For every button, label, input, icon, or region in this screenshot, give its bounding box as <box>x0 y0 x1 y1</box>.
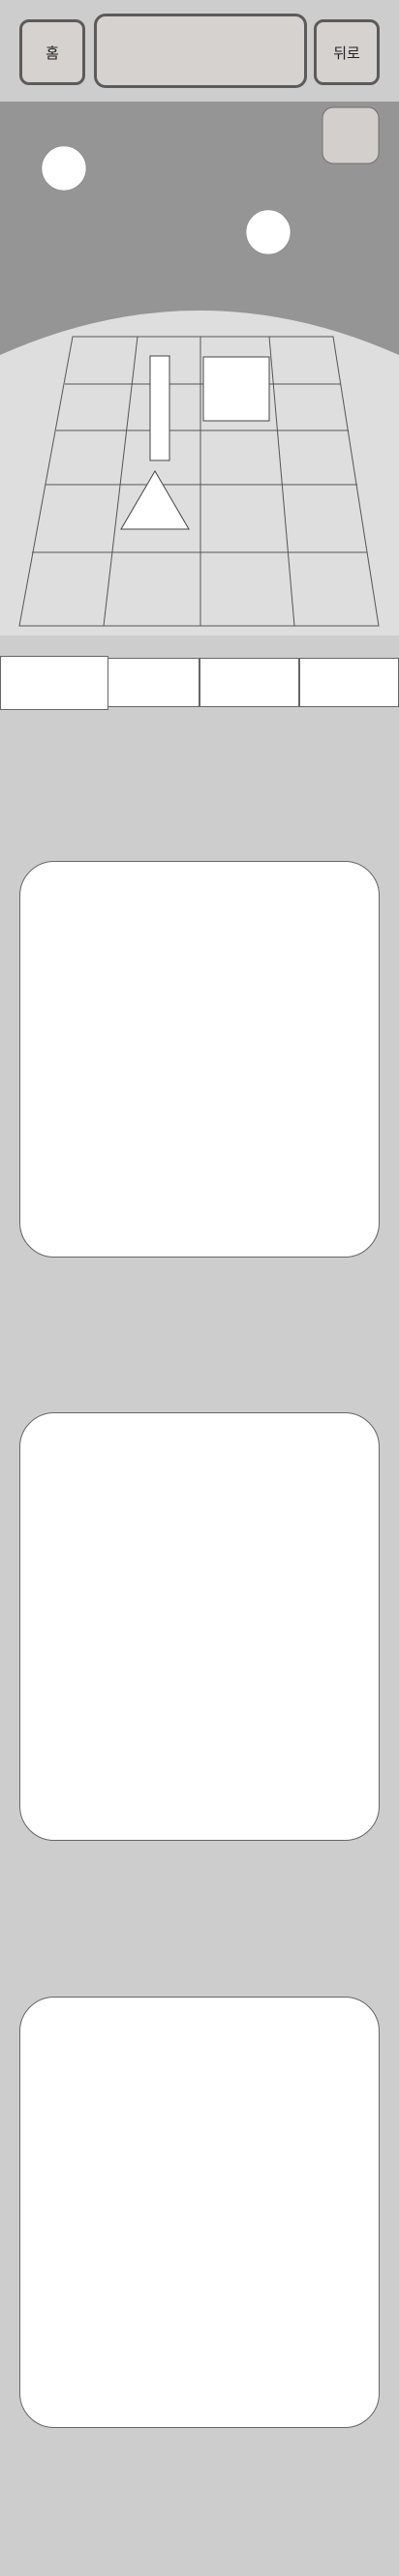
option-tab-4[interactable] <box>299 658 399 707</box>
content-panel-2[interactable] <box>19 1412 380 1841</box>
home-button-label: 홈 <box>46 44 59 62</box>
home-button[interactable]: 홈 <box>19 19 85 85</box>
option-tabs <box>0 656 399 710</box>
ground <box>0 311 399 636</box>
option-tab-3[interactable] <box>200 658 299 707</box>
option-tab-1[interactable] <box>0 656 108 710</box>
light-orb-left <box>41 145 87 192</box>
back-button-label: 뒤로 <box>333 44 360 62</box>
game-scene[interactable] <box>0 102 399 636</box>
menu-square-button[interactable] <box>322 106 380 164</box>
top-bar: 홈 뒤로 <box>0 0 399 102</box>
content-panel-3[interactable] <box>19 1997 380 2428</box>
square-block-object[interactable] <box>202 356 270 422</box>
light-orb-right <box>245 209 292 255</box>
title-box <box>94 14 307 88</box>
option-tab-2[interactable] <box>107 658 200 707</box>
content-panel-1[interactable] <box>19 861 380 1258</box>
tall-block-object[interactable] <box>149 355 170 461</box>
back-button[interactable]: 뒤로 <box>314 19 380 85</box>
